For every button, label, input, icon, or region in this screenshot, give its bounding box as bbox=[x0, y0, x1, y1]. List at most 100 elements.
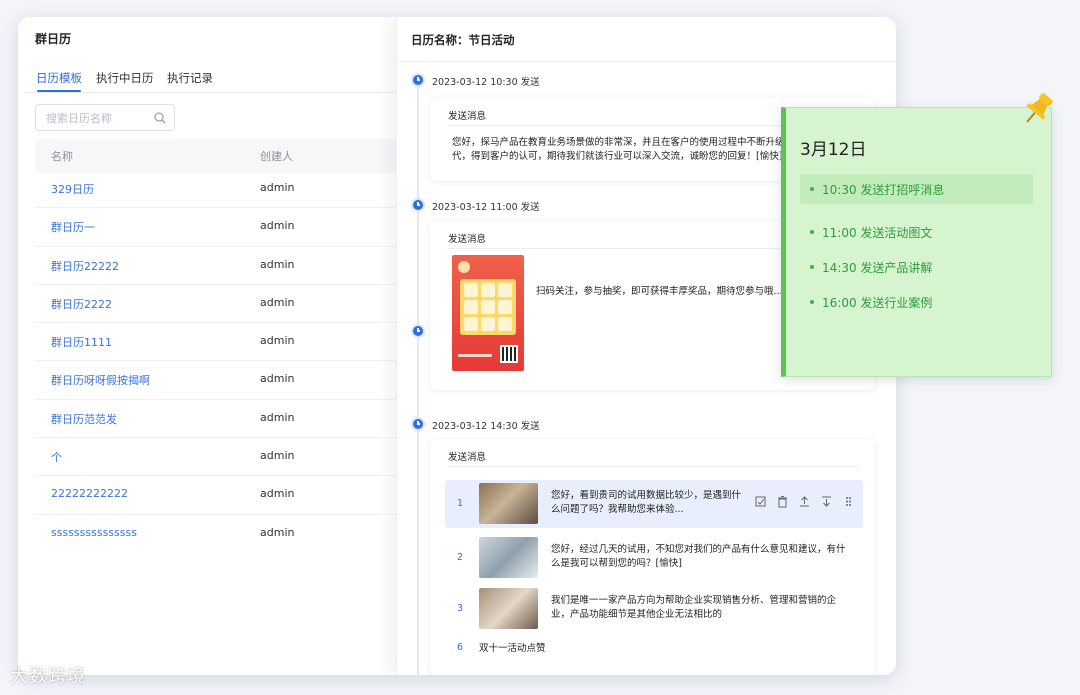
tab-bar: 日历模板 执行中日历 执行记录 bbox=[24, 67, 396, 93]
column-name-header: 名称 bbox=[51, 150, 73, 163]
calendar-name-link[interactable]: 群日历一 bbox=[51, 219, 95, 235]
message-text: 双十一活动点赞 bbox=[479, 643, 546, 654]
message-card[interactable]: 发送消息 1 您好，看到贵司的试用数据比较少，是遇到什么问题了吗？我帮助您来体验… bbox=[430, 439, 875, 675]
search-icon[interactable] bbox=[153, 111, 167, 125]
search-input[interactable] bbox=[46, 110, 152, 126]
panel-title: 群日历 bbox=[35, 32, 72, 46]
delete-icon[interactable] bbox=[776, 495, 789, 508]
qr-code-icon bbox=[500, 345, 518, 363]
table-row[interactable]: 个 admin bbox=[35, 438, 396, 477]
creator-cell: admin bbox=[260, 487, 295, 501]
sticky-note: 3月12日 10:30 发送打招呼消息 11:00 发送活动图文 14:30 发… bbox=[781, 107, 1052, 377]
schedule-item: 16:00 发送行业案例 bbox=[800, 287, 1033, 317]
schedule-item: 14:30 发送产品讲解 bbox=[800, 252, 1033, 282]
bullet-icon bbox=[810, 300, 814, 304]
table-row[interactable]: 群日历范范发 admin bbox=[35, 400, 396, 439]
creator-cell: admin bbox=[260, 219, 295, 233]
thumbnail-image bbox=[479, 483, 538, 524]
message-text: 您好，经过几天的试用，不知您对我们的产品有什么意见和建议，有什么是我可以帮到您的… bbox=[551, 544, 846, 569]
search-box bbox=[35, 104, 175, 131]
timeline-line bbox=[417, 77, 419, 675]
drag-handle-icon[interactable] bbox=[842, 495, 855, 508]
poster-image[interactable] bbox=[452, 255, 524, 371]
tab-running[interactable]: 执行中日历 bbox=[96, 70, 154, 92]
card-heading: 发送消息 bbox=[448, 452, 487, 463]
clock-icon bbox=[413, 200, 423, 210]
bullet-icon bbox=[810, 187, 814, 191]
calendar-name-link[interactable]: 22222222222 bbox=[51, 487, 128, 500]
divider bbox=[448, 466, 859, 467]
bullet-icon bbox=[810, 230, 814, 234]
poster-caption-graphic bbox=[458, 354, 492, 357]
table-row[interactable]: 329日历 admin bbox=[35, 170, 396, 209]
avatar bbox=[458, 261, 470, 273]
calendar-name-link[interactable]: 群日历2222 bbox=[51, 296, 112, 312]
item-toolbar bbox=[754, 495, 855, 508]
divider bbox=[397, 61, 896, 62]
event-time: 2023-03-12 10:30 发送 bbox=[432, 77, 540, 88]
tab-history[interactable]: 执行记录 bbox=[167, 70, 213, 92]
prize-grid-graphic bbox=[460, 279, 516, 335]
creator-cell: admin bbox=[260, 410, 295, 424]
table-row[interactable]: sssssssssssssss admin bbox=[35, 515, 396, 553]
tab-templates[interactable]: 日历模板 bbox=[36, 70, 82, 92]
item-number: 6 bbox=[457, 642, 464, 653]
message-text: 您好，探马产品在教育业务场景做的非常深，并且在客户的使用过程中不断升级迭代，得到… bbox=[452, 137, 795, 162]
move-up-icon[interactable] bbox=[798, 495, 811, 508]
table-row[interactable]: 群日历呀呀假按揭啊 admin bbox=[35, 361, 396, 400]
calendar-name-link[interactable]: sssssssssssssss bbox=[51, 526, 137, 539]
calendar-name-link[interactable]: 329日历 bbox=[51, 181, 94, 197]
pushpin-icon bbox=[1026, 93, 1053, 123]
calendar-name-link[interactable]: 群日历1111 bbox=[51, 334, 112, 350]
table-header: 名称 创建人 bbox=[35, 139, 396, 173]
card-heading: 发送消息 bbox=[448, 111, 487, 122]
message-list-item[interactable]: 6 双十一活动点赞 bbox=[445, 637, 863, 661]
schedule-item-label: 10:30 发送打招呼消息 bbox=[822, 183, 945, 197]
creator-cell: admin bbox=[260, 334, 295, 348]
creator-cell: admin bbox=[260, 295, 295, 309]
item-number: 3 bbox=[457, 603, 464, 614]
message-text: 您好，看到贵司的试用数据比较少，是遇到什么问题了吗？我帮助您来体验... bbox=[551, 490, 742, 515]
schedule-item-label: 16:00 发送行业案例 bbox=[822, 296, 933, 310]
thumbnail-image bbox=[479, 537, 538, 578]
app-window: 群日历 日历模板 执行中日历 执行记录 名称 创建人 329日历 admin 群日… bbox=[18, 17, 896, 675]
calendar-table: 329日历 admin 群日历一 admin 群日历22222 admin 群日历22… bbox=[35, 170, 396, 553]
message-list-item[interactable]: 2 您好，经过几天的试用，不知您对我们的产品有什么意见和建议，有什么是我可以帮到… bbox=[445, 534, 863, 582]
table-row[interactable]: 群日历一 admin bbox=[35, 208, 396, 247]
clock-icon bbox=[413, 326, 423, 336]
event-time: 2023-03-12 14:30 发送 bbox=[432, 421, 540, 432]
creator-cell: admin bbox=[260, 181, 295, 194]
message-text: 扫码关注，参与抽奖，即可获得丰厚奖品，期待您参与哦... bbox=[536, 286, 783, 297]
message-list-item[interactable]: 1 您好，看到贵司的试用数据比较少，是遇到什么问题了吗？我帮助您来体验... bbox=[445, 480, 863, 528]
table-row[interactable]: 群日历1111 admin bbox=[35, 323, 396, 362]
calendar-name-link[interactable]: 个 bbox=[51, 449, 62, 465]
schedule-item: 11:00 发送活动图文 bbox=[800, 217, 1033, 247]
creator-cell: admin bbox=[260, 449, 295, 463]
table-row[interactable]: 22222222222 admin bbox=[35, 476, 396, 515]
move-down-icon[interactable] bbox=[820, 495, 833, 508]
calendar-name-link[interactable]: 群日历范范发 bbox=[51, 411, 117, 427]
schedule-item-label: 11:00 发送活动图文 bbox=[822, 226, 933, 240]
card-heading: 发送消息 bbox=[448, 234, 487, 245]
table-row[interactable]: 群日历2222 admin bbox=[35, 285, 396, 324]
sticky-date: 3月12日 bbox=[800, 140, 867, 160]
calendar-list-panel: 群日历 日历模板 执行中日历 执行记录 名称 创建人 329日历 admin 群日… bbox=[18, 17, 396, 675]
clock-icon bbox=[413, 75, 423, 85]
message-list-item[interactable]: 3 我们是唯一一家产品方向为帮助企业实现销售分析、管理和营销的企业，产品功能细节… bbox=[445, 585, 863, 633]
event-time: 2023-03-12 11:00 发送 bbox=[432, 202, 540, 213]
thumbnail-image bbox=[479, 588, 538, 629]
item-number: 2 bbox=[457, 552, 464, 563]
calendar-name-link[interactable]: 群日历22222 bbox=[51, 258, 119, 274]
creator-cell: admin bbox=[260, 372, 295, 386]
bullet-icon bbox=[810, 265, 814, 269]
calendar-name-link[interactable]: 群日历呀呀假按揭啊 bbox=[51, 372, 150, 388]
edit-icon[interactable] bbox=[754, 495, 767, 508]
schedule-item-label: 14:30 发送产品讲解 bbox=[822, 261, 933, 275]
column-creator-header: 创建人 bbox=[260, 150, 293, 163]
message-text: 我们是唯一一家产品方向为帮助企业实现销售分析、管理和营销的企业，产品功能细节是其… bbox=[551, 595, 837, 620]
creator-cell: admin bbox=[260, 257, 295, 271]
watermark-logo: 大数跨境 bbox=[10, 666, 86, 687]
table-row[interactable]: 群日历22222 admin bbox=[35, 247, 396, 285]
creator-cell: admin bbox=[260, 525, 295, 539]
clock-icon bbox=[413, 419, 423, 429]
